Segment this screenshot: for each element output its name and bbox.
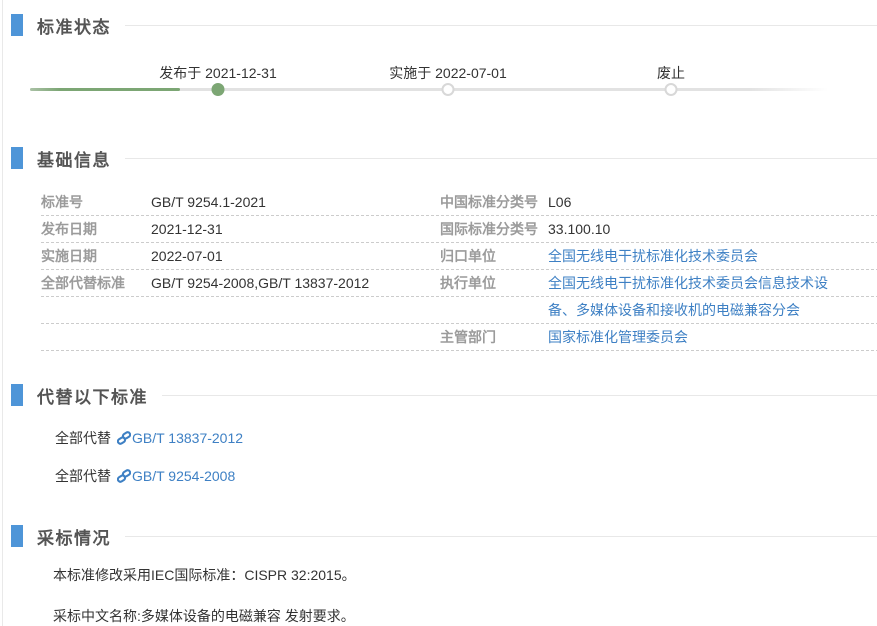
cn-class-label: 中国标准分类号	[440, 192, 548, 212]
section-marker-icon	[11, 14, 23, 36]
header-rule	[162, 395, 877, 396]
standard-detail-page: 标准状态 发布于 2021-12-31 实施于 2022-07-01 废止 基础…	[2, 0, 877, 626]
section-title-replaced: 代替以下标准	[37, 383, 148, 408]
table-row: 主管部门 国家标准化管理委员会	[41, 324, 877, 351]
section-header-status: 标准状态	[3, 14, 877, 36]
standard-no-value: GB/T 9254.1-2021	[151, 194, 440, 210]
header-rule	[125, 158, 877, 159]
section-standard-status: 标准状态 发布于 2021-12-31 实施于 2022-07-01 废止	[3, 14, 877, 109]
table-row: 发布日期 2021-12-31 国际标准分类号 33.100.10	[41, 216, 877, 243]
section-title-status: 标准状态	[37, 13, 111, 38]
replaced-standard-link[interactable]: GB/T 9254-2008	[132, 468, 235, 484]
timeline-dot-published-icon	[212, 83, 225, 96]
timeline-label-published: 发布于 2021-12-31	[159, 63, 277, 83]
implement-date-label: 实施日期	[41, 246, 151, 266]
timeline-label-abolished: 废止	[657, 63, 685, 83]
timeline-progress	[30, 88, 180, 91]
section-title-adoption: 采标情况	[37, 524, 111, 549]
replace-relation-label: 全部代替	[55, 428, 111, 448]
section-marker-icon	[11, 384, 23, 406]
basic-info-table: 标准号 GB/T 9254.1-2021 中国标准分类号 L06 发布日期 20…	[41, 189, 877, 351]
section-header-replaced: 代替以下标准	[3, 384, 877, 406]
standard-no-label: 标准号	[41, 192, 151, 212]
timeline-dot-abolished-icon	[665, 83, 678, 96]
section-replaced-standards: 代替以下标准 全部代替 GB/T 13837-2012 全部代替	[3, 384, 877, 486]
link-icon	[117, 469, 131, 483]
section-title-basic-info: 基础信息	[37, 146, 111, 171]
executive-unit-link[interactable]: 全国无线电干扰标准化技术委员会信息技术设	[548, 273, 877, 293]
table-row: 备、多媒体设备和接收机的电磁兼容分会	[41, 297, 877, 324]
replaced-standard-item: 全部代替 GB/T 13837-2012	[55, 428, 877, 448]
section-header-adoption: 采标情况	[3, 525, 877, 547]
publish-date-label: 发布日期	[41, 219, 151, 239]
timeline-dot-implemented-icon	[442, 83, 455, 96]
replaced-standard-item: 全部代替 GB/T 9254-2008	[55, 466, 877, 486]
centralized-unit-label: 归口单位	[440, 246, 548, 266]
header-rule	[125, 536, 877, 537]
supervisor-dept-label: 主管部门	[440, 327, 548, 347]
table-row: 全部代替标准 GB/T 9254-2008,GB/T 13837-2012 执行…	[41, 270, 877, 297]
timeline-label-implemented: 实施于 2022-07-01	[389, 63, 507, 83]
section-basic-info: 基础信息 标准号 GB/T 9254.1-2021 中国标准分类号 L06 发布…	[3, 147, 877, 351]
link-icon	[117, 431, 131, 445]
table-row: 实施日期 2022-07-01 归口单位 全国无线电干扰标准化技术委员会	[41, 243, 877, 270]
section-adoption: 采标情况 本标准修改采用IEC国际标准：CISPR 32:2015。 采标中文名…	[3, 525, 877, 626]
intl-class-label: 国际标准分类号	[440, 219, 548, 239]
replace-relation-label: 全部代替	[55, 466, 111, 486]
publish-date-value: 2021-12-31	[151, 221, 440, 237]
section-marker-icon	[11, 525, 23, 547]
intl-class-value: 33.100.10	[548, 221, 877, 237]
centralized-unit-link[interactable]: 全国无线电干扰标准化技术委员会	[548, 246, 877, 266]
cn-class-value: L06	[548, 194, 877, 210]
executive-unit-label: 执行单位	[440, 273, 548, 293]
status-timeline: 发布于 2021-12-31 实施于 2022-07-01 废止	[3, 63, 877, 109]
replaced-standard-link[interactable]: GB/T 13837-2012	[132, 430, 243, 446]
adoption-chinese-name: 采标中文名称:多媒体设备的电磁兼容 发射要求。	[53, 606, 877, 626]
replaced-standards-value: GB/T 9254-2008,GB/T 13837-2012	[151, 275, 440, 291]
adoption-statement: 本标准修改采用IEC国际标准：CISPR 32:2015。	[53, 565, 877, 585]
section-header-basic-info: 基础信息	[3, 147, 877, 169]
section-marker-icon	[11, 147, 23, 169]
table-row: 标准号 GB/T 9254.1-2021 中国标准分类号 L06	[41, 189, 877, 216]
supervisor-dept-link[interactable]: 国家标准化管理委员会	[548, 327, 877, 347]
header-rule	[125, 25, 877, 26]
executive-unit-link-line2[interactable]: 备、多媒体设备和接收机的电磁兼容分会	[548, 300, 877, 320]
replaced-standards-label: 全部代替标准	[41, 273, 151, 293]
implement-date-value: 2022-07-01	[151, 248, 440, 264]
